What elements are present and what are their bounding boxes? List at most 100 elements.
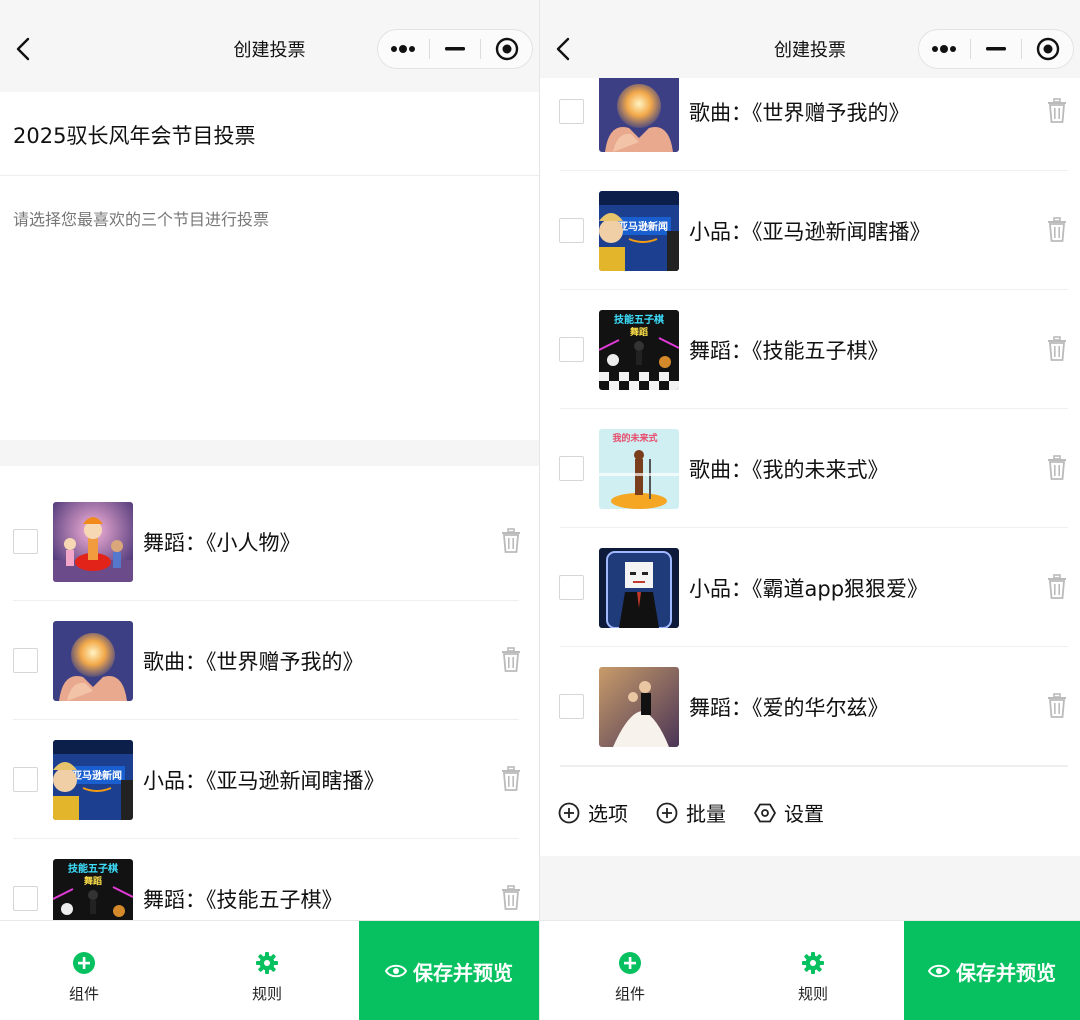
option-thumbnail[interactable]: 亚马逊新闻 <box>53 740 133 820</box>
save-preview-button[interactable]: 保存并预览 <box>904 921 1080 1020</box>
option-row: 我的未来式歌曲：《我的未来式》 <box>540 410 1080 528</box>
row-divider <box>13 838 519 839</box>
hexagon-settings-icon <box>754 803 776 822</box>
eye-icon <box>385 964 407 978</box>
right-screen: 歌曲：《世界赠予我的》亚马逊新闻 小品：《亚马逊新闻瞎播》技能五子棋 舞蹈 舞蹈：《技… <box>540 0 1080 1020</box>
row-divider <box>13 600 519 601</box>
rules-button[interactable]: 规则 <box>753 921 873 1020</box>
option-label[interactable]: 歌曲：《世界赠予我的》 <box>689 97 910 127</box>
save-preview-label: 保存并预览 <box>413 960 513 985</box>
option-label[interactable]: 小品：《亚马逊新闻瞎播》 <box>143 765 385 795</box>
trash-icon[interactable] <box>500 647 522 673</box>
trash-icon[interactable] <box>500 528 522 554</box>
option-label[interactable]: 小品：《亚马逊新闻瞎播》 <box>689 216 931 246</box>
save-preview-button[interactable]: 保存并预览 <box>359 921 539 1020</box>
row-divider <box>560 408 1068 409</box>
thumb-caption: 技能五子棋 <box>614 313 664 326</box>
option-thumbnail[interactable] <box>599 548 679 628</box>
trash-icon[interactable] <box>1046 336 1068 362</box>
back-arrow-icon[interactable] <box>550 33 578 65</box>
option-checkbox[interactable] <box>559 218 584 243</box>
row-divider <box>560 646 1068 647</box>
option-checkbox[interactable] <box>13 529 38 554</box>
option-row: 亚马逊新闻 小品：《亚马逊新闻瞎播》 <box>540 172 1080 290</box>
back-arrow-icon[interactable] <box>10 33 38 65</box>
bottom-bar: 组件 规则 保存并预览 <box>540 920 1080 1020</box>
option-label[interactable]: 舞蹈：《技能五子棋》 <box>143 884 343 914</box>
divider <box>560 766 1068 767</box>
minimize-icon[interactable] <box>971 30 1022 68</box>
option-thumbnail[interactable]: 我的未来式 <box>599 429 679 509</box>
option-thumbnail[interactable] <box>53 621 133 701</box>
components-button[interactable]: 组件 <box>24 921 144 1020</box>
trash-icon[interactable] <box>1046 574 1068 600</box>
option-thumbnail[interactable]: 技能五子棋 舞蹈 <box>599 310 679 390</box>
option-label[interactable]: 小品：《霸道app狠狠爱》 <box>689 573 928 603</box>
row-divider <box>560 289 1068 290</box>
option-checkbox[interactable] <box>559 456 584 481</box>
option-row: 技能五子棋 舞蹈 舞蹈：《技能五子棋》 <box>540 291 1080 409</box>
option-thumbnail[interactable] <box>599 72 679 152</box>
poll-description-input[interactable]: 请选择您最喜欢的三个节目进行投票 <box>13 206 269 230</box>
thumb-caption: 我的未来式 <box>612 432 657 444</box>
thumb-caption: 亚马逊新闻 <box>618 220 668 233</box>
components-button[interactable]: 组件 <box>570 921 690 1020</box>
option-thumbnail[interactable]: 亚马逊新闻 <box>599 191 679 271</box>
trash-icon[interactable] <box>500 766 522 792</box>
option-label[interactable]: 舞蹈：《小人物》 <box>143 527 301 557</box>
option-checkbox[interactable] <box>13 767 38 792</box>
settings-button[interactable]: 设置 <box>754 798 824 827</box>
option-toolbar: 选项 批量 设置 <box>540 786 1080 840</box>
option-thumbnail[interactable] <box>53 502 133 582</box>
option-label[interactable]: 舞蹈：《技能五子棋》 <box>689 335 889 365</box>
option-checkbox[interactable] <box>559 99 584 124</box>
eye-icon <box>928 964 950 978</box>
mini-program-capsule <box>377 29 533 69</box>
option-checkbox[interactable] <box>13 648 38 673</box>
left-screen: 创建投票 2025驭长风年会节目投票 请选择您最喜欢的三个节目进行投票 舞蹈：《… <box>0 0 539 1020</box>
trash-icon[interactable] <box>500 885 522 911</box>
add-circle-icon <box>619 952 641 974</box>
section-gap <box>0 440 539 466</box>
row-divider <box>560 527 1068 528</box>
trash-icon[interactable] <box>1046 98 1068 124</box>
option-row: 小品：《霸道app狠狠爱》 <box>540 529 1080 647</box>
trash-icon[interactable] <box>1046 217 1068 243</box>
close-target-icon[interactable] <box>1022 30 1073 68</box>
thumb-caption: 舞蹈 <box>84 875 102 887</box>
option-checkbox[interactable] <box>13 886 38 911</box>
minimize-icon[interactable] <box>430 30 481 68</box>
option-label[interactable]: 歌曲：《世界赠予我的》 <box>143 646 364 676</box>
trash-icon[interactable] <box>1046 693 1068 719</box>
gear-icon <box>256 952 278 974</box>
option-checkbox[interactable] <box>559 337 584 362</box>
section-gap <box>540 856 1080 920</box>
close-target-icon[interactable] <box>481 30 532 68</box>
rules-button[interactable]: 规则 <box>207 921 327 1020</box>
option-checkbox[interactable] <box>559 694 584 719</box>
option-label[interactable]: 舞蹈：《爱的华尔兹》 <box>689 692 889 722</box>
bottom-bar: 组件 规则 保存并预览 <box>0 920 539 1020</box>
option-row: 舞蹈：《小人物》 <box>0 483 539 601</box>
more-dots-icon[interactable] <box>919 30 970 68</box>
nav-bar: 创建投票 <box>0 0 539 92</box>
option-thumbnail[interactable] <box>599 667 679 747</box>
plus-circle-icon <box>656 802 678 823</box>
settings-label: 设置 <box>784 802 824 826</box>
mini-program-capsule <box>918 29 1074 69</box>
components-label: 组件 <box>614 985 645 1003</box>
more-dots-icon[interactable] <box>378 30 429 68</box>
gear-icon <box>802 952 824 974</box>
add-circle-icon <box>73 952 95 974</box>
row-divider <box>13 719 519 720</box>
rules-label: 规则 <box>797 985 828 1003</box>
option-row: 歌曲：《世界赠予我的》 <box>0 602 539 720</box>
add-option-button[interactable]: 选项 <box>558 798 628 827</box>
batch-add-button[interactable]: 批量 <box>656 798 726 827</box>
poll-title-input[interactable]: 2025驭长风年会节目投票 <box>13 120 255 150</box>
save-preview-label: 保存并预览 <box>956 960 1056 985</box>
option-checkbox[interactable] <box>559 575 584 600</box>
option-label[interactable]: 歌曲：《我的未来式》 <box>689 454 889 484</box>
nav-bar: 创建投票 <box>540 0 1080 78</box>
trash-icon[interactable] <box>1046 455 1068 481</box>
